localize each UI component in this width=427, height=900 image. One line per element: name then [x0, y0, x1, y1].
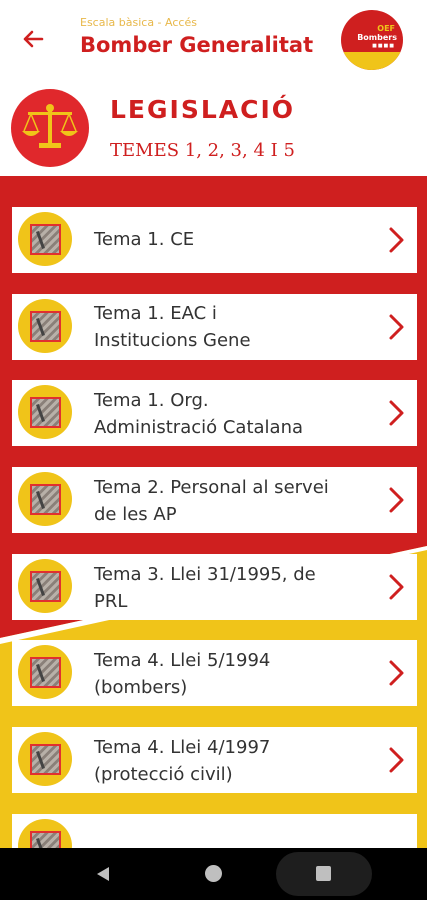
- item-label-line1: Tema 1. Org.: [94, 390, 209, 411]
- chevron-right-icon: [389, 747, 404, 773]
- item-label: Tema 1. CE: [94, 229, 195, 250]
- item-label-line1: Tema 1. EAC i: [94, 303, 217, 324]
- nav-recents-icon[interactable]: [316, 866, 331, 881]
- flag-icon: [18, 299, 72, 353]
- app-title: Bomber Generalitat: [80, 33, 314, 57]
- system-nav-bar: [0, 848, 427, 900]
- list-item[interactable]: Tema 1. CE: [12, 207, 417, 273]
- logo-dots: ■■■■: [372, 43, 395, 49]
- chevron-right-icon: [389, 227, 404, 253]
- back-arrow-icon[interactable]: [18, 24, 48, 54]
- flag-icon: [18, 385, 72, 439]
- bombers-logo: OEF Bombers ■■■■: [341, 10, 403, 70]
- app-subtitle: Escala bàsica - Accés: [80, 16, 197, 29]
- logo-text-main: Bombers: [357, 33, 397, 42]
- flag-icon: [18, 212, 72, 266]
- list-item[interactable]: Tema 1. EAC i Institucions Gene: [12, 294, 417, 360]
- item-label-line1: Tema 2. Personal al servei: [94, 477, 329, 498]
- chevron-right-icon: [389, 574, 404, 600]
- list-item[interactable]: Tema 4. Llei 5/1994 (bombers): [12, 640, 417, 706]
- balance-scale-icon: [11, 89, 89, 167]
- item-label-line2: de les AP: [94, 504, 177, 525]
- chevron-right-icon: [389, 660, 404, 686]
- item-label-line2: Administració Catalana: [94, 417, 304, 438]
- flag-icon: [18, 732, 72, 786]
- item-label-line2: (bombers): [94, 677, 188, 698]
- list-item[interactable]: Tema 4. Llei 4/1997 (protecció civil): [12, 727, 417, 793]
- item-label-line1: Tema 3. Llei 31/1995, de: [94, 564, 316, 585]
- flag-icon: [18, 645, 72, 699]
- chevron-right-icon: [389, 314, 404, 340]
- list-item[interactable]: [12, 814, 417, 848]
- list-item[interactable]: Tema 2. Personal al servei de les AP: [12, 467, 417, 533]
- app-bar: Escala bàsica - Accés Bomber Generalitat…: [0, 0, 427, 78]
- section-subtitle: TEMES 1, 2, 3, 4 I 5: [110, 140, 295, 161]
- section-title: LEGISLACIÓ: [110, 95, 296, 124]
- item-label-line1: Tema 4. Llei 4/1997: [94, 737, 271, 758]
- item-label-line2: (protecció civil): [94, 764, 233, 785]
- list-item[interactable]: Tema 3. Llei 31/1995, de PRL: [12, 554, 417, 620]
- item-label-line2: Institucions Gene: [94, 330, 251, 351]
- chevron-right-icon: [389, 400, 404, 426]
- logo-text-top: OEF: [377, 24, 395, 33]
- nav-home-icon[interactable]: [205, 865, 222, 882]
- item-label-line1: Tema 4. Llei 5/1994: [94, 650, 271, 671]
- flag-icon: [18, 559, 72, 613]
- list-item[interactable]: Tema 1. Org. Administració Catalana: [12, 380, 417, 446]
- nav-back-icon[interactable]: [94, 865, 112, 883]
- flag-icon: [18, 819, 72, 848]
- flag-icon: [18, 472, 72, 526]
- chevron-right-icon: [389, 487, 404, 513]
- item-label-line2: PRL: [94, 591, 128, 612]
